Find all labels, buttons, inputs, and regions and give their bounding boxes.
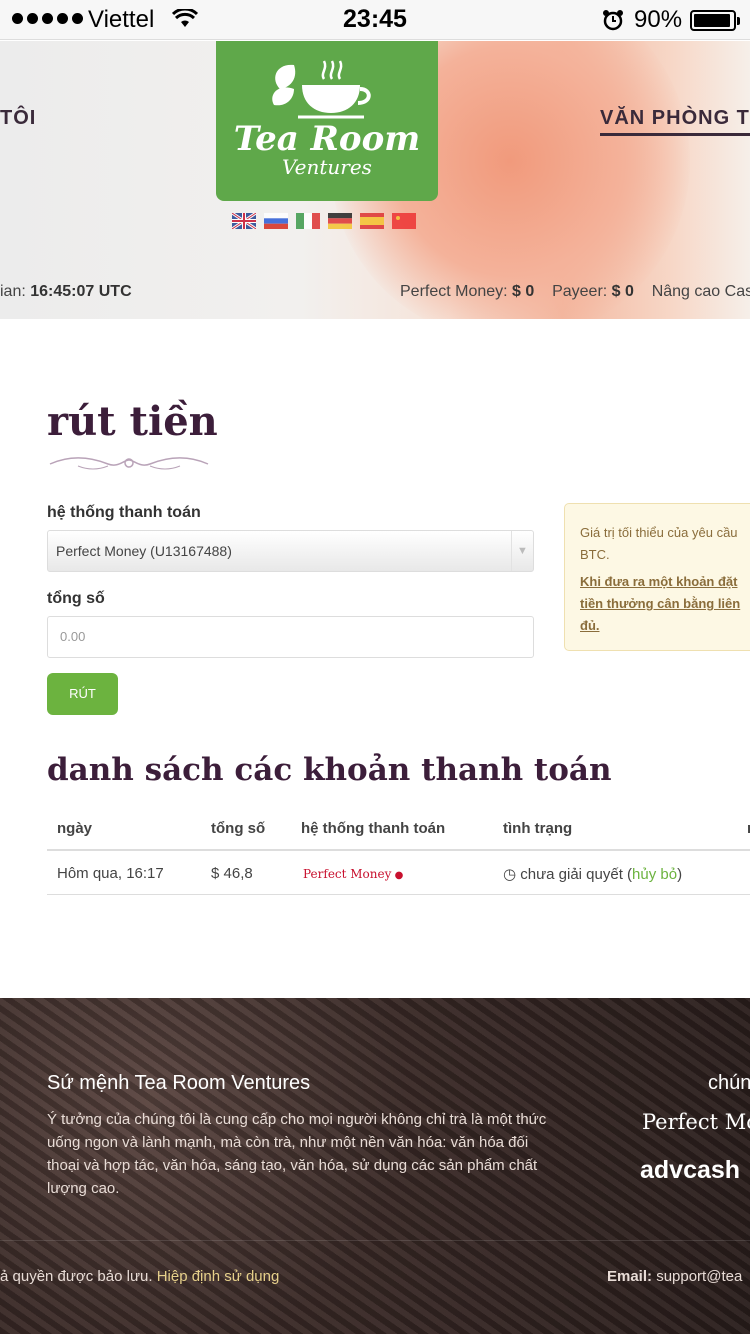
partners-title: chúng bbox=[708, 1072, 750, 1094]
payment-status: ◷ chưa giải quyết (hủy bỏ) bbox=[503, 866, 683, 883]
mission-title: Sứ mệnh Tea Room Ventures bbox=[47, 1072, 311, 1094]
english-flag-icon[interactable] bbox=[232, 213, 256, 229]
logo-title: Tea Room bbox=[233, 119, 421, 159]
payment-system-label: hệ thống thanh toán bbox=[47, 504, 201, 521]
support-email: Email: support@tea bbox=[607, 1268, 743, 1285]
battery-icon bbox=[690, 10, 740, 31]
balance-advcash-label: Nâng cao Cash bbox=[651, 283, 750, 300]
chevron-down-icon: ▼ bbox=[511, 531, 533, 571]
partner-perfect-money-logo: Perfect Money bbox=[642, 1110, 750, 1134]
payment-system-select[interactable]: Perfect Money (U13167488) ▼ bbox=[47, 530, 534, 572]
payment-date: Hôm qua, 16:17 bbox=[57, 865, 164, 882]
italian-flag-icon[interactable] bbox=[296, 213, 320, 229]
site-footer: Sứ mệnh Tea Room Ventures Ý tưởng của ch… bbox=[0, 998, 750, 1334]
column-status: tình trạng bbox=[503, 820, 573, 837]
nav-item-office[interactable]: VĂN PHÒNG T bbox=[600, 107, 750, 136]
russian-flag-icon[interactable] bbox=[264, 213, 288, 229]
status-bar: Viettel 23:45 90% bbox=[0, 0, 750, 40]
withdraw-button[interactable]: RÚT bbox=[47, 673, 118, 715]
column-payment-system: hệ thống thanh toán bbox=[301, 820, 446, 837]
tea-cup-icon bbox=[272, 60, 371, 119]
balances: Perfect Money: $ 0 Payeer: $ 0 Nâng cao … bbox=[400, 283, 750, 301]
notice-link[interactable]: Khi đưa ra một khoản đặt tiền thưởng cân… bbox=[580, 571, 750, 637]
info-bar: ian: 16:45:07 UTC Perfect Money: $ 0 Pay… bbox=[0, 267, 750, 319]
terms-link[interactable]: Hiệp định sử dụng bbox=[157, 1268, 280, 1285]
language-selector bbox=[232, 213, 416, 229]
balance-perfect-money: $ 0 bbox=[512, 283, 535, 300]
logo-subtitle: Ventures bbox=[282, 155, 372, 179]
footer-divider bbox=[0, 1240, 750, 1241]
page-title: rút tiền bbox=[47, 398, 218, 445]
payments-title: danh sách các khoản thanh toán bbox=[47, 752, 612, 788]
table-header: ngày tổng số hệ thống thanh toán tình tr… bbox=[47, 808, 750, 851]
battery-percent: 90% bbox=[634, 6, 683, 33]
payment-amount: $ 46,8 bbox=[211, 865, 253, 882]
amount-input[interactable]: 0.00 bbox=[47, 616, 534, 658]
partner-advcash-logo: advcash bbox=[640, 1156, 741, 1184]
server-time: ian: 16:45:07 UTC bbox=[0, 283, 132, 300]
ornament-divider-icon bbox=[49, 457, 209, 470]
copyright: ả quyền được bảo lưu. Hiệp định sử dụng bbox=[0, 1268, 280, 1285]
mission-text: Ý tưởng của chúng tôi là cung cấp cho mọ… bbox=[47, 1111, 547, 1197]
column-amount: tổng số bbox=[211, 820, 266, 837]
alarm-icon bbox=[603, 10, 623, 31]
cancel-payment-link[interactable]: hủy bỏ bbox=[632, 866, 677, 883]
table-row: Hôm qua, 16:17 $ 46,8 Perfect Money ● ◷ … bbox=[47, 851, 750, 895]
german-flag-icon[interactable] bbox=[328, 213, 352, 229]
column-date: ngày bbox=[57, 820, 93, 837]
site-logo[interactable]: Tea Room Ventures bbox=[216, 41, 438, 201]
chinese-flag-icon[interactable] bbox=[392, 213, 416, 229]
spanish-flag-icon[interactable] bbox=[360, 213, 384, 229]
email-link[interactable]: support@tea bbox=[656, 1268, 742, 1285]
withdraw-notice: Giá trị tối thiểu của yêu cầu BTC. Khi đ… bbox=[564, 503, 750, 651]
payments-table: ngày tổng số hệ thống thanh toán tình tr… bbox=[47, 808, 750, 895]
site-header: TÔI VĂN PHÒNG T Tea Room Ventures ian: 1… bbox=[0, 41, 750, 319]
perfect-money-logo: Perfect Money ● bbox=[303, 867, 404, 881]
amount-label: tổng số bbox=[47, 590, 105, 607]
balance-payeer: $ 0 bbox=[611, 283, 634, 300]
nav-item-about[interactable]: TÔI bbox=[0, 107, 36, 130]
balance-payeer-label: Payeer: bbox=[552, 283, 612, 300]
clock-icon: ◷ bbox=[503, 866, 517, 883]
balance-perfect-money-label: Perfect Money: bbox=[400, 283, 513, 300]
